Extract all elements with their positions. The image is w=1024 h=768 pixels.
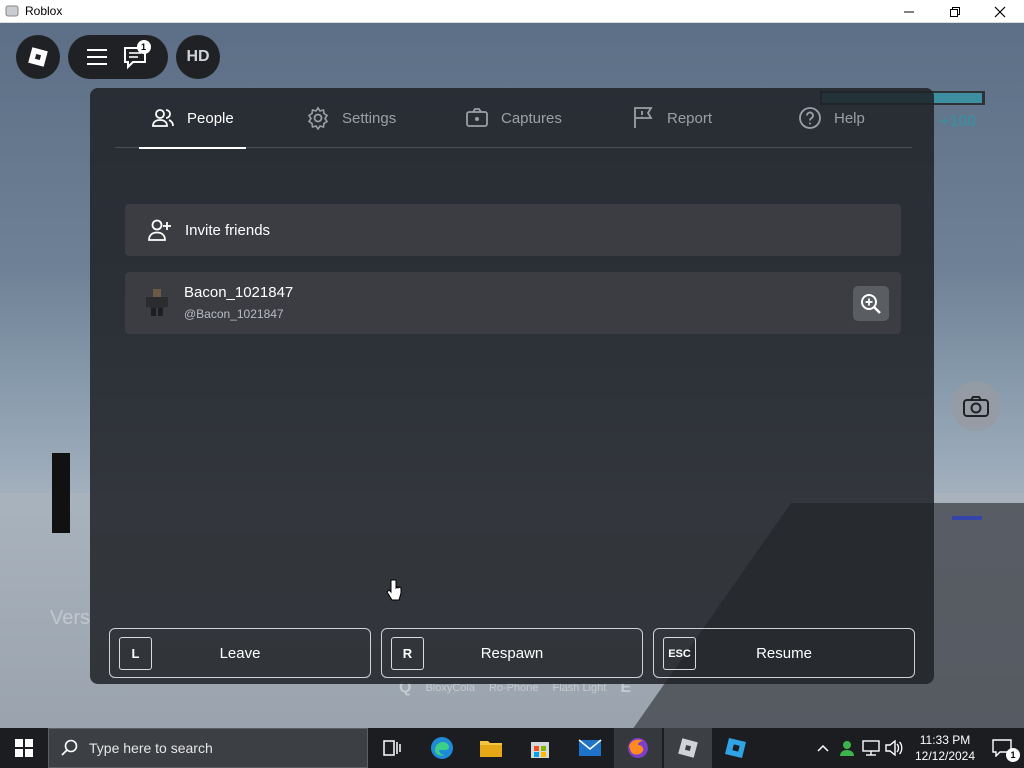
taskbar-search-box[interactable]: Type here to search [48,728,368,768]
player-avatar [146,289,168,316]
tab-report[interactable]: Report [631,88,712,148]
game-menu-panel: People Settings Captures Report Help Inv… [90,88,934,684]
leave-key-hint: L [119,637,152,670]
restore-icon [950,6,960,17]
start-button[interactable] [0,728,48,768]
firefox-icon [628,738,648,758]
tab-label: Report [667,109,713,127]
roblox-logo-icon [28,47,48,67]
window-titlebar: Roblox [0,0,1024,23]
flag-icon [634,107,653,128]
clock-date: 12/12/2024 [914,749,976,763]
roblox-menu-button[interactable] [16,35,60,79]
task-view-icon [383,740,401,756]
hd-button[interactable]: HD [176,35,220,79]
roblox-app-icon [5,5,19,17]
player-username: @Bacon_1021847 [184,307,284,321]
edge-taskbar-button[interactable] [418,728,466,768]
notification-center-button[interactable]: 1 [980,728,1024,768]
respawn-label: Respawn [480,644,544,662]
tab-label: Settings [342,109,397,127]
search-icon [61,739,78,756]
resume-key-hint: ESC [663,637,696,670]
close-icon [994,6,1006,17]
tab-captures[interactable]: Captures [465,88,562,148]
screenshot-button[interactable] [951,381,1001,431]
chat-button[interactable]: 1 [123,40,151,70]
windows-taskbar: Type here to search 11:33 PM 12/12/2024 … [0,728,1024,768]
gear-icon [307,106,329,130]
maximize-button[interactable] [932,0,978,23]
help-icon [799,107,821,129]
tab-label: Help [834,109,865,127]
roblox-studio-icon [725,738,746,758]
tab-help[interactable]: Help [798,88,865,148]
hamburger-menu-icon[interactable] [86,48,108,66]
player-display-name: Bacon_1021847 [184,284,294,301]
network-icon[interactable] [862,740,880,756]
version-text: Vers [50,607,91,629]
inspect-player-button[interactable] [853,286,889,321]
search-placeholder: Type here to search [89,740,213,756]
window-title: Roblox [25,4,63,18]
windows-logo-icon [15,739,33,757]
edge-icon [431,737,453,759]
score-popup: +100 [940,113,977,130]
resume-label: Resume [756,644,812,662]
mail-icon [578,739,602,756]
active-tab-indicator [139,147,246,149]
camera-icon [963,396,989,417]
hand-cursor-icon [386,579,402,601]
store-taskbar-button[interactable] [516,728,564,768]
volume-icon[interactable] [885,740,903,756]
leave-label: Leave [219,644,261,662]
close-button[interactable] [977,0,1023,23]
minimize-button[interactable] [886,0,932,23]
hud-pill: 1 [68,35,168,79]
notification-badge: 1 [1006,748,1020,762]
game-viewport[interactable]: Vers +100 1 HD Q BloxyCola Ro-Phone Flas… [0,23,1024,728]
tab-people[interactable]: People [139,88,246,149]
tab-label: People [187,109,234,127]
mail-taskbar-button[interactable] [566,728,614,768]
roblox-studio-taskbar-button[interactable] [712,728,760,768]
minimize-icon [904,11,914,12]
file-explorer-taskbar-button[interactable] [467,728,515,768]
camera-icon [466,108,488,127]
roblox-taskbar-button[interactable] [664,728,712,768]
menu-tabs: People Settings Captures Report Help [115,88,912,149]
firefox-taskbar-button[interactable] [614,728,662,768]
tab-settings[interactable]: Settings [306,88,396,148]
chat-badge: 1 [136,40,151,54]
zoom-in-icon [861,293,881,314]
task-view-button[interactable] [368,728,416,768]
clock[interactable]: 11:33 PM 12/12/2024 [910,732,980,764]
invite-label: Invite friends [185,221,271,239]
people-icon [152,109,174,127]
folder-icon [480,741,502,757]
resume-button[interactable]: ESC Resume [653,628,915,678]
player-row[interactable]: Bacon_1021847 @Bacon_1021847 [125,272,901,334]
people-tray-icon[interactable] [838,739,856,757]
respawn-key-hint: R [391,637,424,670]
add-friend-icon [148,219,171,241]
roblox-icon [678,738,698,758]
store-icon [531,742,549,758]
clock-time: 11:33 PM [919,733,971,747]
leave-button[interactable]: L Leave [109,628,371,678]
chevron-up-icon[interactable] [816,741,830,755]
respawn-button[interactable]: R Respawn [381,628,643,678]
tab-label: Captures [501,109,562,127]
invite-friends-button[interactable]: Invite friends [125,204,901,256]
